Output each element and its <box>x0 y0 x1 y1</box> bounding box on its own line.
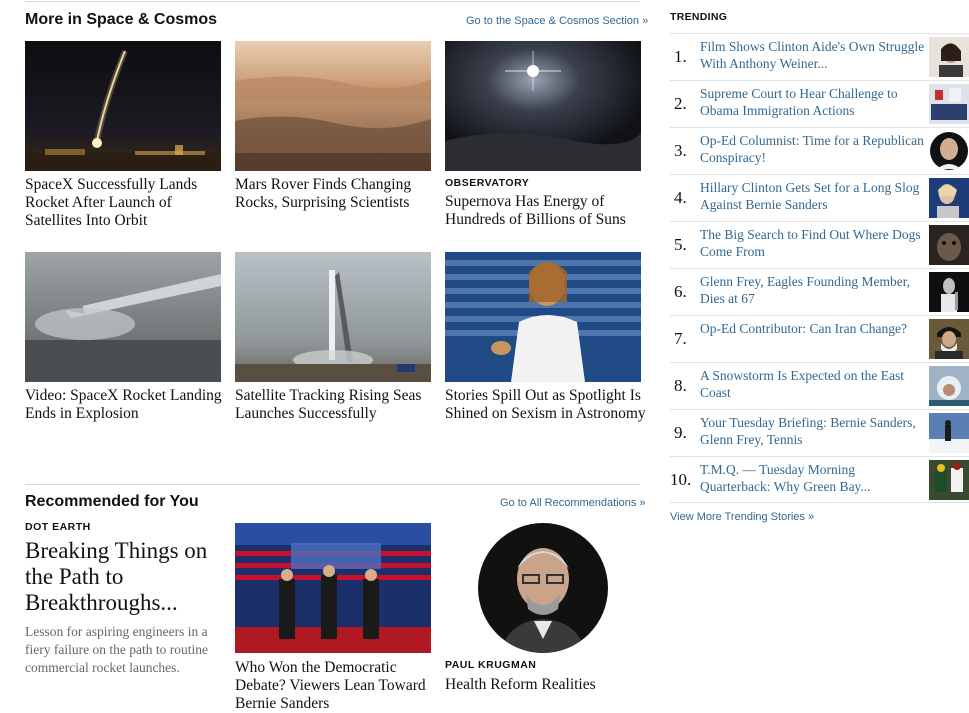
trending-rank: 4. <box>674 188 687 207</box>
trending-rank: 8. <box>674 376 687 395</box>
space-section-title: More in Space & Cosmos <box>25 11 218 28</box>
trending-title[interactable]: Film Shows Clinton Aide's Own Struggle W… <box>700 38 925 72</box>
trending-label: TRENDING <box>670 11 728 23</box>
trending-title[interactable]: The Big Search to Find Out Where Dogs Co… <box>700 226 925 260</box>
trending-thumb-image[interactable] <box>929 460 969 500</box>
trending-item[interactable]: 9. Your Tuesday Briefing: Bernie Sanders… <box>670 409 969 456</box>
trending-rank: 1. <box>674 47 687 66</box>
trending-item[interactable]: 7. Op-Ed Contributor: Can Iran Change? <box>670 315 969 362</box>
lead-kicker: DOT EARTH <box>25 521 91 533</box>
story-headline[interactable]: Satellite Tracking Rising Seas Launches … <box>235 387 440 423</box>
story-headline[interactable]: Stories Spill Out as Spotlight Is Shined… <box>445 387 650 423</box>
trending-item[interactable]: 2. Supreme Court to Hear Challenge to Ob… <box>670 80 969 127</box>
space-section-link[interactable]: Go to the Space & Cosmos Section » <box>466 15 648 27</box>
trending-title[interactable]: Glenn Frey, Eagles Founding Member, Dies… <box>700 273 925 307</box>
trending-thumb-image[interactable] <box>929 366 969 406</box>
launch-pad-image[interactable] <box>235 252 431 382</box>
trending-item[interactable]: 6. Glenn Frey, Eagles Founding Member, D… <box>670 268 969 315</box>
story-headline[interactable]: Who Won the Democratic Debate? Viewers L… <box>235 659 440 713</box>
right-kicker: PAUL KRUGMAN <box>445 659 537 671</box>
recommended-title: Recommended for You <box>25 493 199 510</box>
story-headline[interactable]: Supernova Has Energy of Hundreds of Bill… <box>445 193 650 229</box>
view-more-trending-link[interactable]: View More Trending Stories » <box>670 511 814 523</box>
story-headline[interactable]: Video: SpaceX Rocket Landing Ends in Exp… <box>25 387 230 423</box>
debate-image[interactable] <box>235 523 431 653</box>
story-headline[interactable]: Mars Rover Finds Changing Rocks, Surpris… <box>235 176 440 212</box>
trending-item[interactable]: 1. Film Shows Clinton Aide's Own Struggl… <box>670 33 969 80</box>
trending-title[interactable]: Hillary Clinton Gets Set for a Long Slog… <box>700 179 925 213</box>
lead-summary: Lesson for aspiring engineers in a fiery… <box>25 624 208 675</box>
trending-item[interactable]: 8. A Snowstorm Is Expected on the East C… <box>670 362 969 409</box>
trending-rank: 7. <box>674 329 687 348</box>
trending-thumb-image[interactable] <box>929 37 969 77</box>
trending-title[interactable]: Your Tuesday Briefing: Bernie Sanders, G… <box>700 414 925 448</box>
trending-title[interactable]: Op-Ed Contributor: Can Iran Change? <box>700 320 925 337</box>
interview-image[interactable] <box>445 252 641 382</box>
top-rule <box>25 1 640 2</box>
trending-thumb-image[interactable] <box>929 413 969 453</box>
trending-thumb-image[interactable] <box>929 272 969 312</box>
story-headline[interactable]: Health Reform Realities <box>445 676 650 694</box>
trending-rank: 10. <box>670 470 692 489</box>
trending-rank: 3. <box>674 141 687 160</box>
story-headline[interactable]: SpaceX Successfully Lands Rocket After L… <box>25 176 230 230</box>
trending-item[interactable]: 3. Op-Ed Columnist: Time for a Republica… <box>670 127 969 174</box>
recommended-link[interactable]: Go to All Recommendations » <box>500 497 646 509</box>
mars-landscape-image[interactable] <box>235 41 431 171</box>
krugman-portrait-image[interactable] <box>478 523 608 653</box>
trending-thumb-image[interactable] <box>929 84 969 124</box>
recommended-rule <box>25 484 640 485</box>
trending-thumb-image[interactable] <box>929 178 969 218</box>
trending-title[interactable]: T.M.Q. — Tuesday Morning Quarterback: Wh… <box>700 461 925 495</box>
trending-title[interactable]: Supreme Court to Hear Challenge to Obama… <box>700 85 925 119</box>
trending-item[interactable]: 4. Hillary Clinton Gets Set for a Long S… <box>670 174 969 221</box>
supernova-image[interactable] <box>445 41 641 171</box>
trending-rank: 9. <box>674 423 687 442</box>
trending-item[interactable]: 5. The Big Search to Find Out Where Dogs… <box>670 221 969 268</box>
trending-thumb-image[interactable] <box>929 319 969 359</box>
rocket-launch-image[interactable] <box>25 41 221 171</box>
story-kicker: OBSERVATORY <box>445 177 530 189</box>
rocket-landing-image[interactable] <box>25 252 221 382</box>
trending-rank: 2. <box>674 94 687 113</box>
trending-rank: 5. <box>674 235 687 254</box>
trending-item[interactable]: 10. T.M.Q. — Tuesday Morning Quarterback… <box>670 456 969 503</box>
trending-thumb-image[interactable] <box>929 131 969 171</box>
trending-title[interactable]: A Snowstorm Is Expected on the East Coas… <box>700 367 925 401</box>
trending-thumb-image[interactable] <box>929 225 969 265</box>
lead-headline[interactable]: Breaking Things on the Path to Breakthro… <box>25 538 225 616</box>
trending-rank: 6. <box>674 282 687 301</box>
trending-title[interactable]: Op-Ed Columnist: Time for a Republican C… <box>700 132 925 166</box>
